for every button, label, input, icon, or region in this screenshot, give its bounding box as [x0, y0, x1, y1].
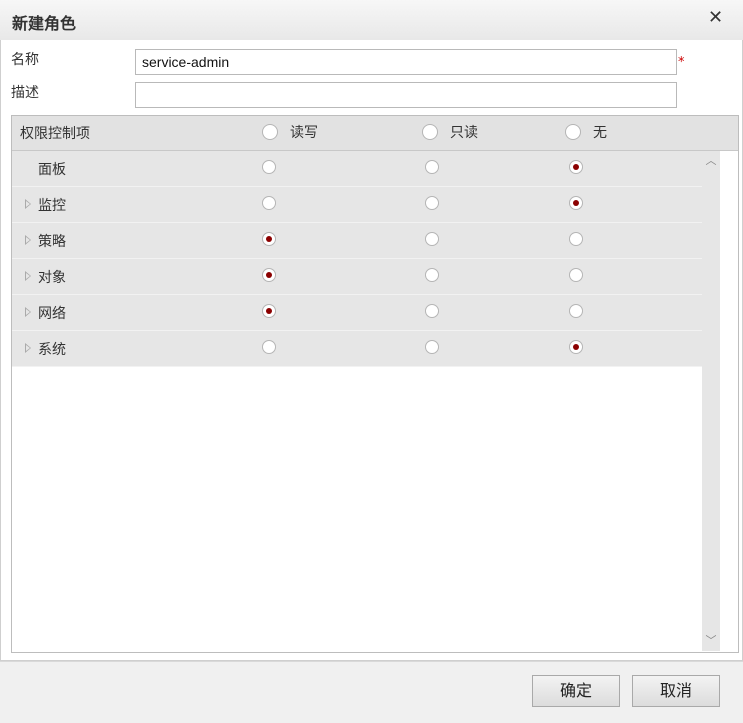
permission-header: 权限控制项 读写 只读 无	[12, 116, 738, 151]
cancel-button[interactable]: 取消	[632, 675, 720, 707]
permission-radio[interactable]	[262, 232, 276, 246]
header-option-label: 无	[593, 125, 607, 141]
header-option-none[interactable]: 无	[565, 122, 607, 142]
ok-button[interactable]: 确定	[532, 675, 620, 707]
permission-row-label: 策略	[38, 234, 66, 250]
header-radio-read-only[interactable]	[422, 124, 438, 140]
permission-header-label: 权限控制项	[20, 126, 90, 142]
header-option-read-only[interactable]: 只读	[422, 122, 478, 142]
permission-row: 系统	[12, 331, 702, 367]
dialog-titlebar: 新建角色 ✕	[0, 0, 743, 41]
permission-row: 策略	[12, 223, 702, 259]
permission-row: 面板	[12, 151, 702, 187]
permission-radio[interactable]	[262, 160, 276, 174]
scroll-up-icon[interactable]: ︿	[705, 155, 717, 167]
permission-row-label: 网络	[38, 306, 66, 322]
expand-arrow-icon[interactable]	[25, 343, 31, 353]
permission-rows: 面板监控策略对象网络系统	[12, 151, 702, 367]
new-role-dialog: 新建角色 ✕ 名称 * 描述 权限控制项 读写 只读 无	[0, 0, 743, 723]
permission-radio[interactable]	[425, 304, 439, 318]
permission-radio[interactable]	[262, 196, 276, 210]
expand-arrow-icon[interactable]	[25, 235, 31, 245]
permission-row-label: 面板	[38, 162, 66, 178]
permission-radio[interactable]	[425, 160, 439, 174]
required-mark: *	[678, 55, 685, 70]
scroll-down-icon[interactable]: ﹀	[705, 635, 717, 647]
header-radio-read-write[interactable]	[262, 124, 278, 140]
dialog-footer: 确定 取消	[0, 661, 743, 723]
permission-row: 对象	[12, 259, 702, 295]
permission-radio[interactable]	[569, 304, 583, 318]
permission-row: 监控	[12, 187, 702, 223]
name-input[interactable]	[135, 49, 677, 75]
permission-row-label: 对象	[38, 270, 66, 286]
permission-radio[interactable]	[569, 340, 583, 354]
permission-row-label: 系统	[38, 342, 66, 358]
header-option-read-write[interactable]: 读写	[262, 122, 318, 142]
permission-radio[interactable]	[569, 160, 583, 174]
name-label: 名称	[11, 52, 39, 68]
description-label: 描述	[11, 85, 39, 101]
permission-radio[interactable]	[262, 304, 276, 318]
permission-radio[interactable]	[262, 268, 276, 282]
header-radio-none[interactable]	[565, 124, 581, 140]
permission-radio[interactable]	[569, 268, 583, 282]
close-icon[interactable]: ✕	[708, 8, 723, 28]
permission-radio[interactable]	[425, 232, 439, 246]
permission-row: 网络	[12, 295, 702, 331]
permission-radio[interactable]	[569, 232, 583, 246]
permission-radio[interactable]	[425, 196, 439, 210]
header-option-label: 读写	[290, 125, 318, 141]
permission-row-label: 监控	[38, 198, 66, 214]
permission-radio[interactable]	[569, 196, 583, 210]
expand-arrow-icon[interactable]	[25, 307, 31, 317]
permission-radio[interactable]	[425, 340, 439, 354]
permission-radio[interactable]	[425, 268, 439, 282]
permission-radio[interactable]	[262, 340, 276, 354]
expand-arrow-icon[interactable]	[25, 199, 31, 209]
vertical-scrollbar[interactable]: ︿ ﹀	[702, 151, 720, 651]
description-input[interactable]	[135, 82, 677, 108]
header-option-label: 只读	[450, 125, 478, 141]
permission-table: 权限控制项 读写 只读 无 面板监控策略对象网络系统 ︿ ﹀	[11, 115, 739, 653]
dialog-content: 名称 * 描述 权限控制项 读写 只读 无 面板监控策略	[0, 40, 743, 661]
expand-arrow-icon[interactable]	[25, 271, 31, 281]
dialog-title: 新建角色	[12, 14, 77, 33]
